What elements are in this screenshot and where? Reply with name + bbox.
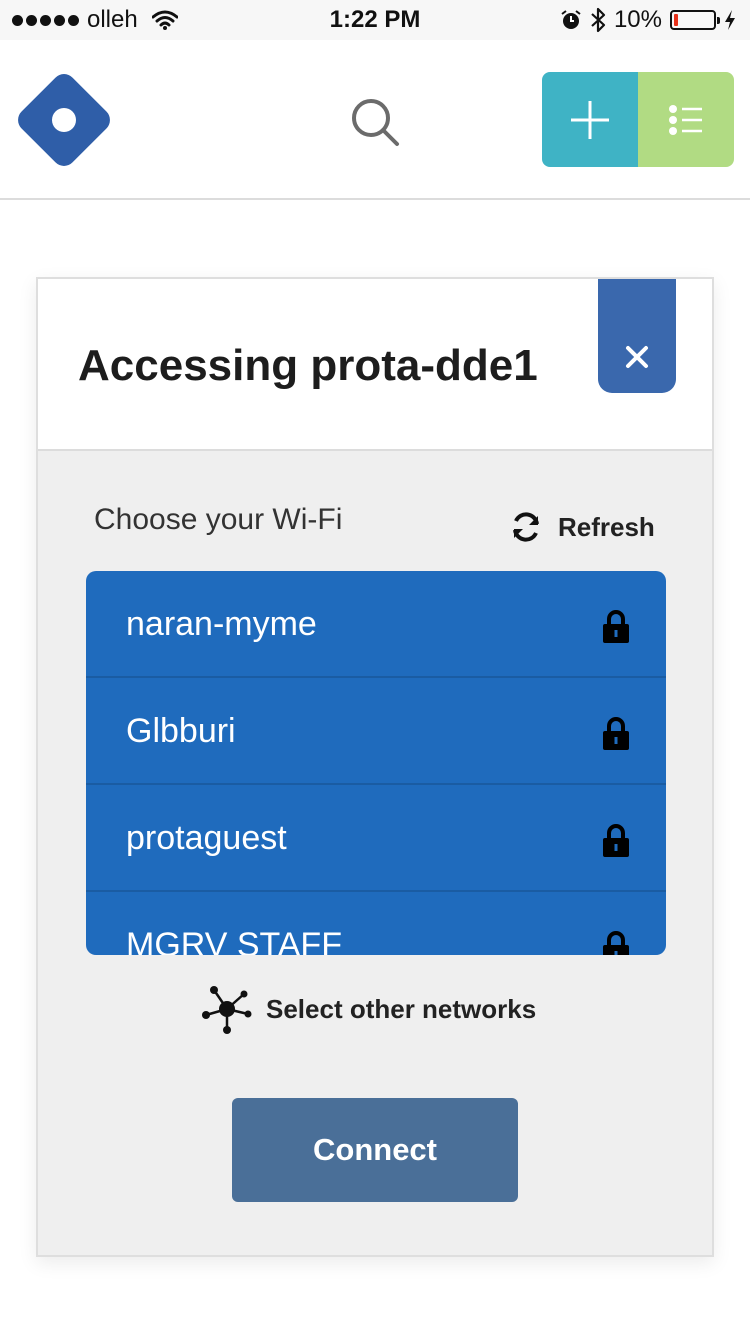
status-right: 10% xyxy=(560,6,736,34)
refresh-label: Refresh xyxy=(558,511,655,542)
battery-icon xyxy=(670,10,720,30)
app-header xyxy=(0,40,750,200)
modal-title: Accessing prota-dde1 xyxy=(78,341,538,390)
wifi-network-name: Glbburi xyxy=(126,712,236,750)
battery-percent: 10% xyxy=(613,6,662,33)
lock-icon xyxy=(603,610,629,643)
plus-icon xyxy=(571,100,609,139)
alarm-icon xyxy=(561,10,581,29)
wifi-network-name: naran-myme xyxy=(126,605,317,643)
wifi-network-item[interactable]: protaguest xyxy=(86,785,666,892)
network-nodes-icon xyxy=(202,986,252,1034)
close-icon xyxy=(626,346,648,368)
list-button[interactable] xyxy=(638,72,734,167)
bluetooth-icon xyxy=(591,7,606,33)
add-button[interactable] xyxy=(542,72,638,167)
connect-label: Connect xyxy=(313,1132,437,1167)
connect-button[interactable]: Connect xyxy=(232,1098,518,1202)
wifi-network-item[interactable]: Glbburi xyxy=(86,678,666,785)
battery-level xyxy=(674,14,678,26)
refresh-icon xyxy=(513,512,539,542)
header-actions xyxy=(542,72,734,167)
lock-icon xyxy=(603,931,629,955)
wifi-network-list[interactable]: naran-myme Glbburi protaguest MGRV STAFF xyxy=(86,571,666,955)
close-button[interactable] xyxy=(598,279,676,393)
lock-icon xyxy=(603,717,629,750)
lock-icon xyxy=(603,824,629,857)
wifi-network-name: MGRV STAFF xyxy=(126,926,342,955)
wifi-modal: Accessing prota-dde1 Choose your Wi-Fi R… xyxy=(36,277,714,1257)
search-button[interactable] xyxy=(345,92,405,152)
refresh-button[interactable]: Refresh xyxy=(510,507,655,547)
wifi-network-item[interactable]: naran-myme xyxy=(86,571,666,678)
logo-dot xyxy=(47,103,81,137)
status-bar: olleh 1:22 PM 10% xyxy=(0,0,750,40)
select-other-networks-label: Select other networks xyxy=(266,993,537,1024)
logo-diamond-icon[interactable] xyxy=(13,69,115,171)
wifi-network-name: protaguest xyxy=(126,819,287,857)
choose-wifi-label: Choose your Wi-Fi xyxy=(94,503,343,536)
charging-icon xyxy=(725,10,735,30)
list-icon xyxy=(669,104,702,135)
search-icon xyxy=(352,99,399,146)
wifi-network-item[interactable]: MGRV STAFF xyxy=(86,892,666,955)
select-other-networks-button[interactable]: Select other networks xyxy=(200,979,536,1039)
modal-header: Accessing prota-dde1 xyxy=(38,279,712,451)
